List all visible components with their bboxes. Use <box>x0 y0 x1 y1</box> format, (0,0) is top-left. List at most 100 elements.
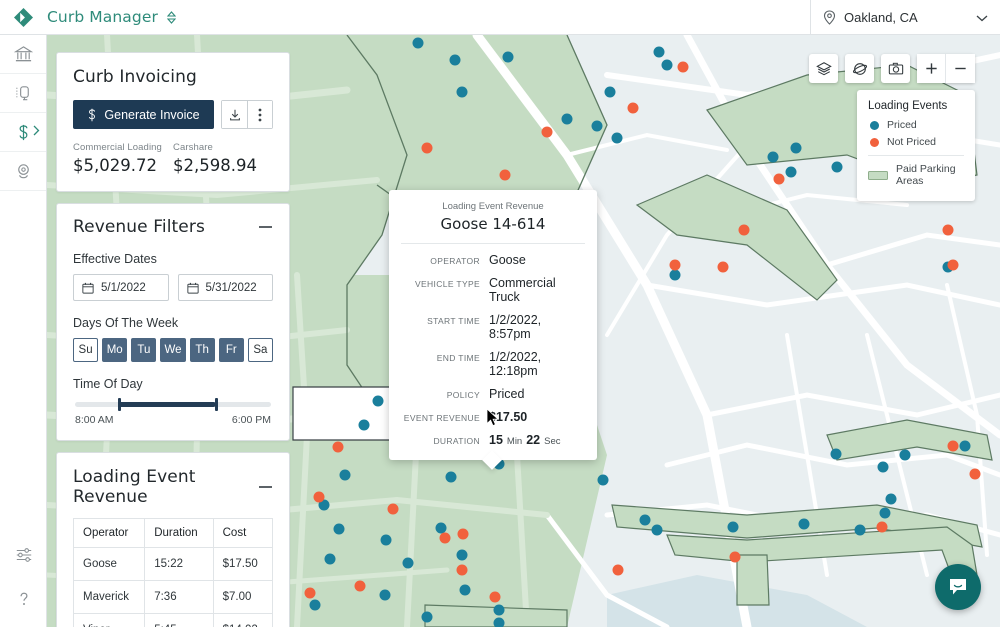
slider-handle-start[interactable] <box>118 398 121 411</box>
stat-value: $2,598.94 <box>173 156 273 175</box>
legend-entry-paid-areas: Paid Parking Areas <box>868 163 964 187</box>
app-root: Curb Manager Oakland, CA <box>0 0 1000 627</box>
not-priced-dot-icon <box>870 138 879 147</box>
left-sidebar <box>0 35 47 627</box>
download-button[interactable] <box>222 101 247 128</box>
table-header: Loading Event Revenue <box>73 467 273 507</box>
popup-divider <box>401 243 585 244</box>
cell-duration: 5:45 <box>145 614 213 627</box>
legend-label: Priced <box>887 119 917 131</box>
popup-field-event-revenue: EVENT REVENUE $17.50 <box>389 410 597 424</box>
minus-icon <box>259 226 272 228</box>
calendar-icon <box>187 282 199 294</box>
popup-field-duration: DURATION 15Min22Sec <box>389 433 597 447</box>
generate-invoice-button[interactable]: Generate Invoice <box>73 100 214 129</box>
sidebar-item-revenue[interactable] <box>0 113 46 152</box>
question-mark-help-icon <box>15 590 33 608</box>
popup-field-start-time: START TIME 1/2/2022, 8:57pm <box>389 313 597 341</box>
start-date-field[interactable]: 5/1/2022 <box>73 274 169 301</box>
legend-label: Not Priced <box>887 136 936 148</box>
invoicing-icon-buttons <box>221 100 273 129</box>
location-picker[interactable]: Oakland, CA <box>810 0 1000 35</box>
sidebar-item-help[interactable] <box>0 577 47 621</box>
cell-duration: 15:22 <box>145 548 213 581</box>
sidebar-bottom-group <box>0 533 47 621</box>
stat-carshare: Carshare $2,598.94 <box>173 142 273 175</box>
column-header-duration: Duration <box>145 519 213 548</box>
screenshot-button[interactable] <box>881 54 910 83</box>
day-toggle-tu[interactable]: Tu <box>131 338 156 362</box>
priced-dot-icon <box>870 121 879 130</box>
legend-title: Loading Events <box>868 100 964 112</box>
invoicing-stats: Commercial Loading $5,029.72 Carshare $2… <box>73 142 273 175</box>
cell-cost: $17.50 <box>213 548 272 581</box>
day-toggle-mo[interactable]: Mo <box>102 338 127 362</box>
dollar-sign-icon <box>15 123 32 142</box>
filters-collapse-button[interactable] <box>257 219 273 235</box>
table-row[interactable]: Viper 5:45 $14.02 <box>74 614 273 627</box>
calendar-icon <box>82 282 94 294</box>
sidebar-item-zones[interactable] <box>0 152 46 191</box>
sidebar-item-agency[interactable] <box>0 35 46 74</box>
table-row[interactable]: Maverick 7:36 $7.00 <box>74 581 273 614</box>
days-of-week-label: Days Of The Week <box>73 316 273 330</box>
slider-handle-end[interactable] <box>215 398 218 411</box>
popup-field-operator: OPERATOR Goose <box>389 253 597 267</box>
revenue-table: Operator Duration Cost Goose 15:22 $17.5… <box>73 518 273 627</box>
field-value: 1/2/2022, 8:57pm <box>489 313 585 341</box>
table-header-row: Operator Duration Cost <box>74 519 273 548</box>
stat-label: Commercial Loading <box>73 142 173 153</box>
day-toggle-fr[interactable]: Fr <box>219 338 244 362</box>
table-title: Loading Event Revenue <box>73 467 258 507</box>
invoicing-title: Curb Invoicing <box>73 67 273 87</box>
camera-icon <box>888 61 904 77</box>
invoicing-actions: Generate Invoice <box>73 100 273 129</box>
chevron-up-down-icon[interactable] <box>167 11 176 24</box>
cell-operator: Viper <box>74 614 145 627</box>
zoom-out-button[interactable] <box>946 54 975 83</box>
globe-satellite-icon <box>852 61 868 77</box>
start-date-value: 5/1/2022 <box>101 282 146 294</box>
map-pin-icon <box>823 10 836 25</box>
basemap-button[interactable] <box>845 54 874 83</box>
day-toggle-su[interactable]: Su <box>73 338 98 362</box>
column-header-operator: Operator <box>74 519 145 548</box>
legend-entry-priced: Priced <box>868 119 964 131</box>
popup-title: Goose 14-614 <box>389 215 597 233</box>
date-range-row: 5/1/2022 5/31/2022 <box>73 274 273 301</box>
chevron-down-icon <box>976 14 988 22</box>
more-options-button[interactable] <box>247 101 272 128</box>
stat-label: Carshare <box>173 142 273 153</box>
table-collapse-button[interactable] <box>258 479 273 495</box>
parking-meter-icon <box>14 84 33 103</box>
layers-button[interactable] <box>809 54 838 83</box>
sidebar-item-assets[interactable] <box>0 74 46 113</box>
slider-fill <box>118 402 216 407</box>
popup-field-policy: POLICY Priced <box>389 387 597 401</box>
slider-track[interactable] <box>75 402 271 407</box>
stat-commercial-loading: Commercial Loading $5,029.72 <box>73 142 173 175</box>
chevron-right-icon <box>33 125 40 139</box>
field-key: VEHICLE TYPE <box>401 279 489 289</box>
top-bar: Curb Manager Oakland, CA <box>0 0 1000 35</box>
field-value: 1/2/2022, 12:18pm <box>489 350 585 378</box>
table-row[interactable]: Goose 15:22 $17.50 <box>74 548 273 581</box>
end-date-field[interactable]: 5/31/2022 <box>178 274 274 301</box>
day-toggle-th[interactable]: Th <box>190 338 215 362</box>
app-logo[interactable] <box>0 8 47 27</box>
sidebar-item-settings[interactable] <box>0 533 47 577</box>
effective-dates-label: Effective Dates <box>73 252 273 266</box>
map-controls <box>809 54 975 83</box>
column-header-cost: Cost <box>213 519 272 548</box>
chat-widget-button[interactable] <box>935 564 981 610</box>
day-toggle-we[interactable]: We <box>160 338 185 362</box>
day-toggle-sa[interactable]: Sa <box>248 338 273 362</box>
download-icon <box>228 108 242 122</box>
time-of-day-slider[interactable]: 8:00 AM 6:00 PM <box>73 402 273 426</box>
field-value: Commercial Truck <box>489 276 585 304</box>
filters-title: Revenue Filters <box>73 217 205 237</box>
field-key: OPERATOR <box>401 256 489 266</box>
bank-building-icon <box>14 45 33 64</box>
map-legend: Loading Events Priced Not Priced Paid Pa… <box>857 90 975 201</box>
zoom-in-button[interactable] <box>917 54 946 83</box>
